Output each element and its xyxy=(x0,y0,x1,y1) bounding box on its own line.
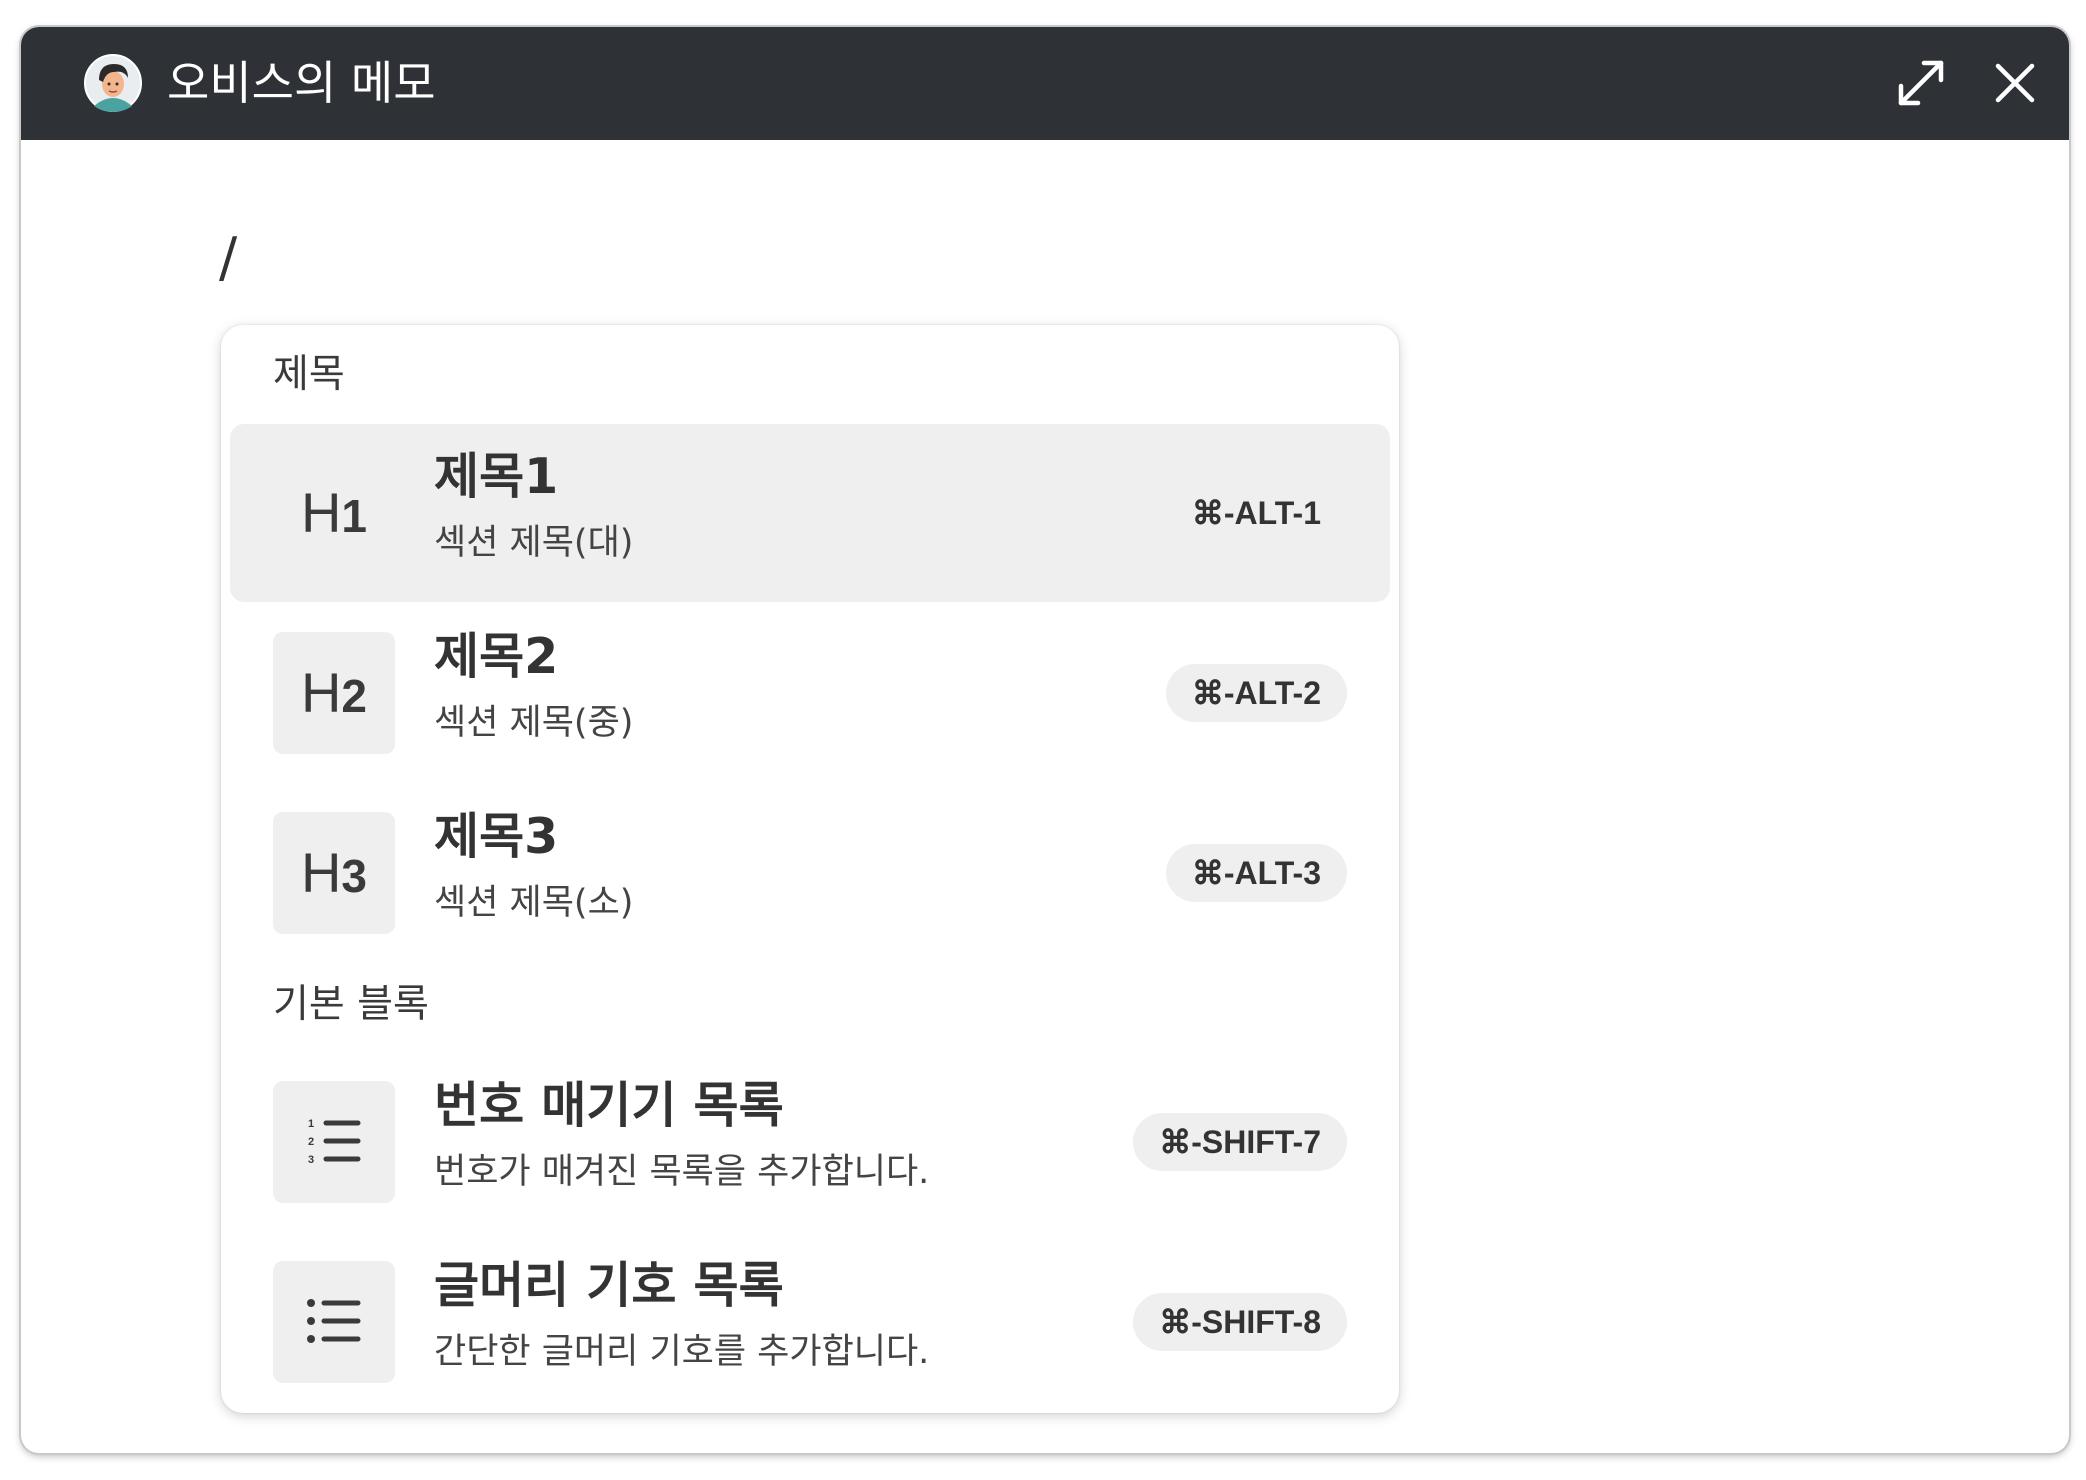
shortcut-badge: ⌘-ALT-2 xyxy=(1165,664,1347,722)
title-bar: 오비스의 메모 xyxy=(21,27,2069,140)
close-button[interactable] xyxy=(1987,55,2043,111)
item-description: 섹션 제목(중) xyxy=(434,703,634,743)
slash-command-menu: 제목 H1 제목1 섹션 제목(대) ⌘-ALT-1 H2 제목2 섹션 제목(… xyxy=(221,325,1399,1413)
menu-item-numbered-list[interactable]: 1 2 3 번호 매기기 목록 번호가 매겨진 목록을 추가합니다. ⌘-SHI… xyxy=(230,1053,1390,1231)
close-icon xyxy=(1995,63,2035,103)
editor-area[interactable]: / 제목 H1 제목1 섹션 제목(대) ⌘-ALT-1 H2 제목2 섹션 제… xyxy=(21,140,2069,1453)
editor-typed-text: / xyxy=(219,226,238,289)
item-description: 섹션 제목(소) xyxy=(434,883,634,923)
expand-button[interactable] xyxy=(1893,55,1949,111)
menu-item-heading2[interactable]: H2 제목2 섹션 제목(중) ⌘-ALT-2 xyxy=(230,604,1390,782)
menu-item-heading3[interactable]: H3 제목3 섹션 제목(소) ⌘-ALT-3 xyxy=(230,784,1390,962)
item-description: 간단한 글머리 기호를 추가합니다. xyxy=(434,1332,930,1372)
svg-text:1: 1 xyxy=(308,1118,314,1130)
item-description: 섹션 제목(대) xyxy=(434,523,634,563)
memo-window: 오비스의 메모 / 제목 H1 제목1 섹션 제목(대) ⌘-ALT-1 H2 … xyxy=(21,27,2069,1453)
heading2-icon: H2 xyxy=(273,632,395,754)
item-title: 글머리 기호 목록 xyxy=(434,1257,784,1314)
expand-arrows-icon xyxy=(1898,60,1944,106)
item-title: 제목3 xyxy=(434,808,559,865)
shortcut-badge: ⌘-SHIFT-7 xyxy=(1133,1113,1347,1171)
section-label-basic-blocks: 기본 블록 xyxy=(273,982,429,1027)
item-description: 번호가 매겨진 목록을 추가합니다. xyxy=(434,1152,930,1192)
heading3-icon: H3 xyxy=(273,812,395,934)
item-title: 제목2 xyxy=(434,628,559,685)
shortcut-badge: ⌘-SHIFT-8 xyxy=(1133,1293,1347,1351)
svg-text:2: 2 xyxy=(308,1136,314,1148)
svg-text:3: 3 xyxy=(308,1154,314,1166)
shortcut-badge: ⌘-ALT-3 xyxy=(1165,844,1347,902)
item-title: 제목1 xyxy=(434,448,559,505)
shortcut-badge: ⌘-ALT-1 xyxy=(1191,495,1321,531)
heading1-icon: H1 xyxy=(300,481,368,544)
menu-item-bulleted-list[interactable]: 글머리 기호 목록 간단한 글머리 기호를 추가합니다. ⌘-SHIFT-8 xyxy=(230,1233,1390,1411)
numbered-list-icon: 1 2 3 xyxy=(273,1081,395,1203)
window-title: 오비스의 메모 xyxy=(167,56,436,110)
menu-item-heading1[interactable]: H1 제목1 섹션 제목(대) ⌘-ALT-1 xyxy=(230,424,1390,602)
bulleted-list-icon xyxy=(273,1261,395,1383)
section-label-headings: 제목 xyxy=(273,352,345,397)
item-title: 번호 매기기 목록 xyxy=(434,1077,784,1134)
user-avatar xyxy=(84,54,142,112)
